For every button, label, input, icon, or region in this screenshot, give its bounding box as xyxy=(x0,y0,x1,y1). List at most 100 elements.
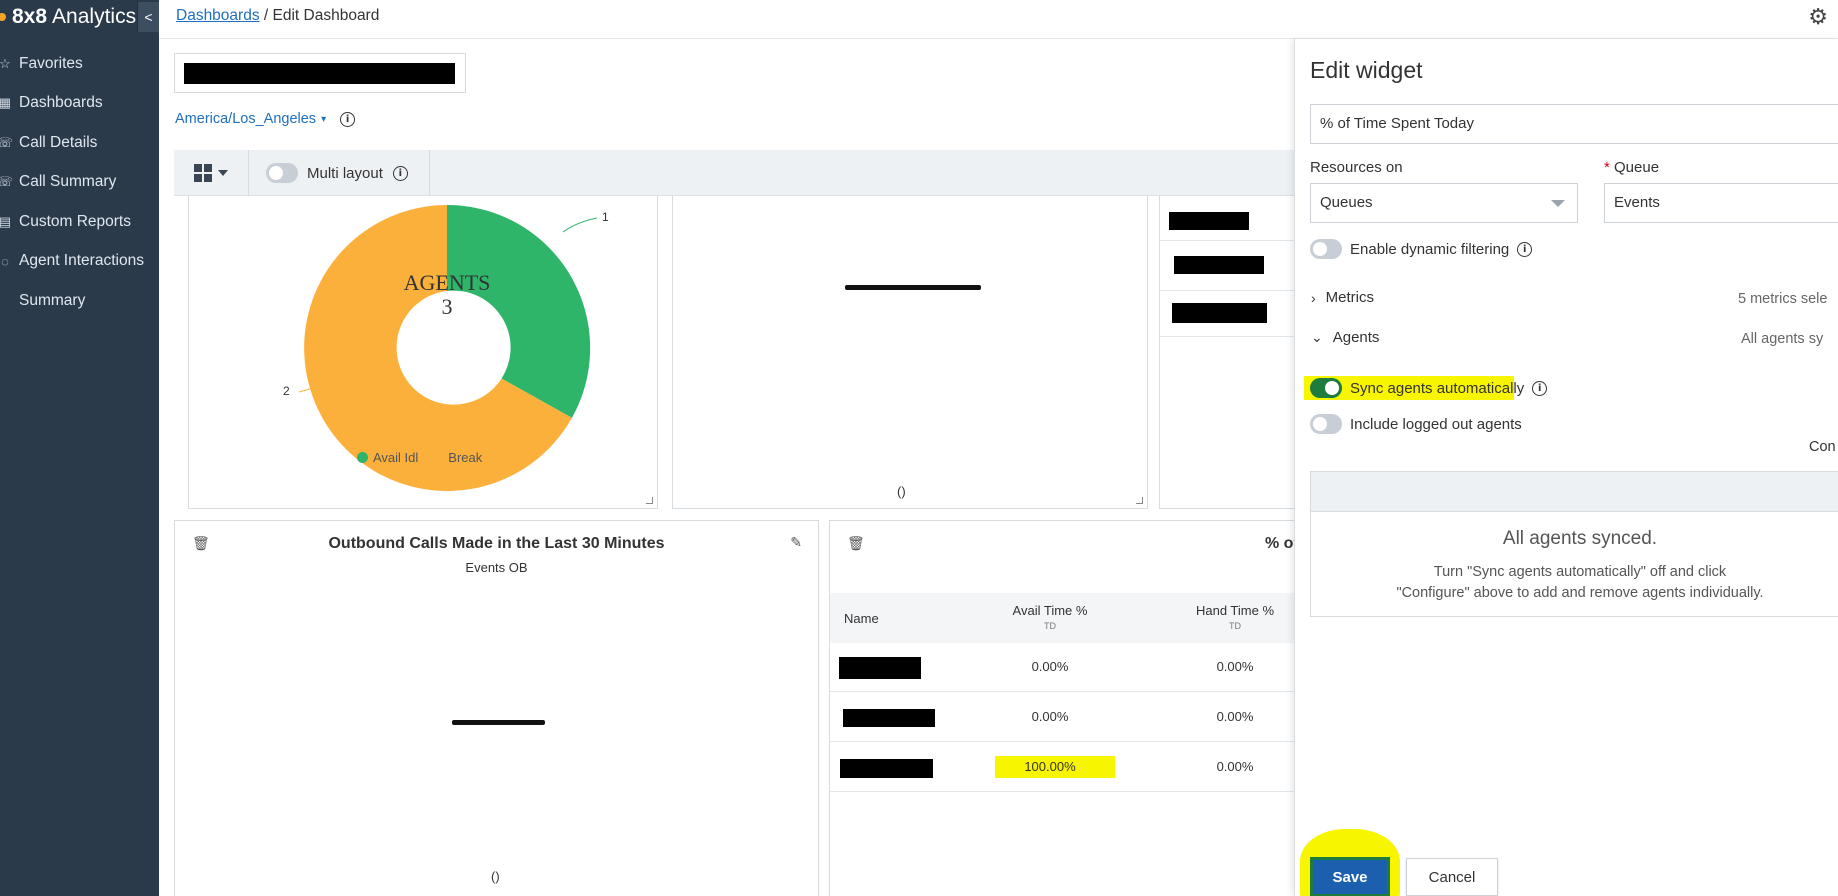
legend-item-avail-idl[interactable]: Avail Idl xyxy=(357,450,418,465)
row-divider xyxy=(1160,336,1299,337)
breadcrumb-current: Edit Dashboard xyxy=(272,7,380,24)
grid-icon xyxy=(194,164,212,182)
brand-logo[interactable]: 8x8 Analytics xyxy=(0,4,136,30)
sidebar-item-label: Dashboards xyxy=(19,94,103,112)
multi-layout-label: Multi layout xyxy=(307,164,383,182)
table-row[interactable]: 0.00% 0.00% xyxy=(830,693,1299,742)
chevron-down-icon: ⌄ xyxy=(1311,329,1323,345)
sidebar-item-call-summary[interactable]: ☏ Call Summary xyxy=(0,163,159,203)
agents-donut-widget[interactable]: 1 2 AGENTS 3 Avail Idl Break xyxy=(188,196,658,509)
column-header-name[interactable]: Name xyxy=(844,611,879,626)
call-summary-icon: ☏ xyxy=(0,174,14,190)
dashboard-icon: ▦ xyxy=(0,95,12,111)
row-divider xyxy=(1160,240,1299,241)
breadcrumb: Dashboards / Edit Dashboard xyxy=(176,7,379,25)
sidebar-item-summary[interactable]: Summary xyxy=(0,281,159,321)
donut-legend: Avail Idl Break xyxy=(357,450,482,465)
multi-layout-toggle[interactable] xyxy=(266,163,298,183)
configure-link[interactable]: Con xyxy=(1809,439,1836,455)
multi-layout-control: Multi layout i xyxy=(266,163,408,183)
metrics-section-header[interactable]: › Metrics xyxy=(1311,289,1374,306)
column-header-avail-time[interactable]: Avail Time % TD xyxy=(990,603,1110,631)
agents-sync-box: All agents synced. Turn "Sync agents aut… xyxy=(1310,471,1838,617)
sidebar-item-favorites[interactable]: ☆ Favorites xyxy=(0,44,159,84)
edit-widget-panel: Edit widget % of Time Spent Today Resour… xyxy=(1294,39,1838,896)
info-icon[interactable]: i xyxy=(1532,380,1548,396)
trash-icon[interactable]: 🗑 xyxy=(847,536,865,552)
hand-time-cell: 0.00% xyxy=(1216,709,1254,724)
redacted-block xyxy=(1172,303,1267,323)
slice-label-2: 2 xyxy=(283,384,290,398)
logged-out-label: Include logged out agents xyxy=(1350,415,1522,433)
caret-down-icon xyxy=(218,170,228,176)
chevron-right-icon: › xyxy=(1311,289,1316,306)
sidebar-item-label: Call Details xyxy=(19,133,98,151)
agents-box-line: Turn "Sync agents automatically" off and… xyxy=(1433,564,1727,580)
avail-time-cell: 100.00% xyxy=(1024,759,1076,774)
agents-label: Agents xyxy=(1332,329,1380,346)
resources-select[interactable]: Queues xyxy=(1310,183,1578,223)
resources-value: Queues xyxy=(1320,194,1373,211)
layout-grid-button[interactable] xyxy=(174,150,249,196)
info-icon[interactable]: i xyxy=(1517,241,1533,257)
dashboard-title-input[interactable] xyxy=(174,53,466,93)
sidebar-item-agent-interactions[interactable]: ◌ Agent Interactions xyxy=(0,242,159,282)
sync-agents-toggle[interactable] xyxy=(1310,378,1342,398)
metrics-label: Metrics xyxy=(1325,289,1375,306)
top-bar: Dashboards / Edit Dashboard ⚙ xyxy=(159,0,1838,39)
hand-time-cell: 0.00% xyxy=(1216,759,1254,774)
sidebar-item-label: Custom Reports xyxy=(19,212,131,230)
info-icon[interactable]: i xyxy=(340,111,356,127)
dynamic-filter-row: Enable dynamic filtering i xyxy=(1310,239,1533,259)
hand-time-cell: 0.00% xyxy=(1216,659,1254,674)
queue-select[interactable]: Events xyxy=(1604,183,1838,223)
queue-label-text: Queue xyxy=(1609,159,1660,176)
legend-swatch xyxy=(357,452,368,463)
save-button[interactable]: Save xyxy=(1310,857,1390,896)
sidebar-item-custom-reports[interactable]: ▤ Custom Reports xyxy=(0,202,159,242)
sidebar: 8x8 Analytics < ☆ Favorites ▦ Dashboards… xyxy=(0,0,159,896)
agents-summary: All agents sy xyxy=(1741,331,1824,347)
sidebar-item-call-details[interactable]: ☏ Call Details xyxy=(0,123,159,163)
timezone-label: America/Los_Angeles xyxy=(175,111,317,127)
pencil-icon[interactable]: ✎ xyxy=(790,535,802,551)
dynamic-filter-toggle[interactable] xyxy=(1310,239,1342,259)
star-icon: ☆ xyxy=(0,55,11,71)
agents-box-title: All agents synced. xyxy=(1502,528,1658,549)
redacted-block xyxy=(840,759,933,778)
legend-label: Break xyxy=(448,450,483,465)
gear-icon[interactable]: ⚙ xyxy=(1808,4,1828,30)
column-header-hand-time[interactable]: Hand Time % TD xyxy=(1175,603,1295,631)
redacted-block xyxy=(1174,256,1264,274)
outbound-calls-widget[interactable]: 🗑 Outbound Calls Made in the Last 30 Min… xyxy=(174,520,819,896)
resize-handle[interactable] xyxy=(1136,497,1143,504)
time-spent-table-widget[interactable]: 🗑 % of Name Avail Time % TD Hand Time % … xyxy=(829,520,1299,896)
timezone-selector[interactable]: America/Los_Angeles ▾ i xyxy=(175,111,356,127)
table-row[interactable]: 0.00% 0.00% xyxy=(830,643,1299,692)
logged-out-toggle[interactable] xyxy=(1310,414,1342,434)
table-row[interactable]: 100.00% 0.00% xyxy=(830,743,1299,792)
redacted-block xyxy=(843,709,935,727)
breadcrumb-separator: / xyxy=(259,7,273,24)
resize-handle[interactable] xyxy=(646,497,653,504)
donut-center-title: AGENTS xyxy=(404,270,491,295)
empty-widget[interactable]: () xyxy=(672,196,1148,509)
agents-box-line: "Configure" above to add and remove agen… xyxy=(1396,585,1764,601)
partial-list-widget[interactable] xyxy=(1159,196,1299,509)
widget-name-input[interactable]: % of Time Spent Today xyxy=(1310,104,1838,144)
sidebar-item-dashboards[interactable]: ▦ Dashboards xyxy=(0,84,159,124)
dashboard-toolbar: Multi layout i xyxy=(174,150,1294,196)
agents-section-header[interactable]: ⌄ Agents xyxy=(1311,329,1379,346)
report-icon: ▤ xyxy=(0,213,12,229)
no-data-line xyxy=(452,720,545,725)
collapse-sidebar-button[interactable]: < xyxy=(137,2,159,32)
cancel-button[interactable]: Cancel xyxy=(1406,858,1498,896)
brand-name: Analytics xyxy=(52,5,137,28)
donut-center-value: 3 xyxy=(442,294,453,319)
breadcrumb-dashboards-link[interactable]: Dashboards xyxy=(176,7,260,24)
brand-mark: 8x8 xyxy=(12,5,48,28)
legend-item-break[interactable]: Break xyxy=(432,450,482,465)
slice-1-leader-line xyxy=(562,217,598,233)
info-icon[interactable]: i xyxy=(392,165,408,181)
queue-value: Events xyxy=(1614,194,1660,211)
